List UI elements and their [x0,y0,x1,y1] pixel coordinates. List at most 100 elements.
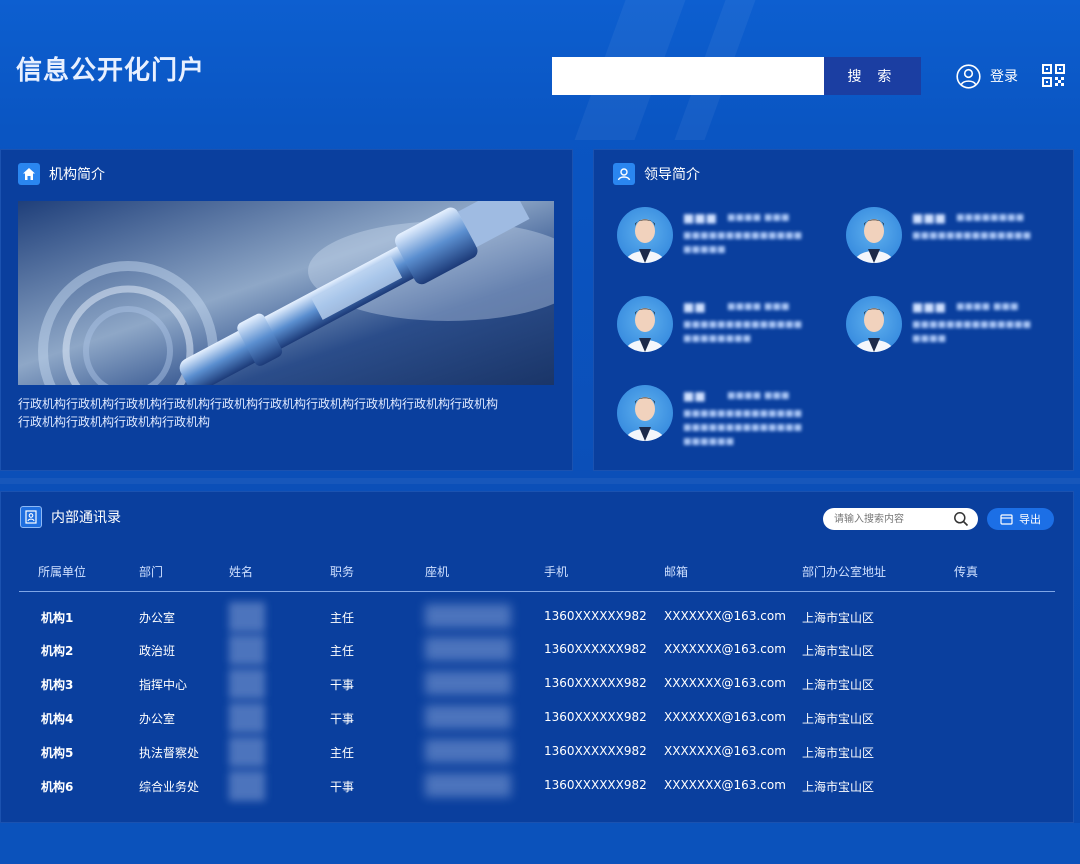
cell-unit: 机构5 [41,746,74,760]
directory-panel: 内部通讯录 导出 所属单位 部门 姓名 职务 座机 手机 邮箱 部门办公室地址 … [0,491,1074,823]
cell-title: 主任 [330,611,355,625]
cell-mobile: 1360XXXXXX982 [544,744,647,758]
leader-avatar [846,296,902,352]
cell-name-redacted [229,635,265,665]
home-icon [18,163,40,185]
qr-code-icon[interactable] [1042,64,1065,87]
cell-address: 上海市宝山区 [802,644,875,658]
column-title: 职务 [330,565,355,579]
search-icon[interactable] [953,511,969,527]
cell-address: 上海市宝山区 [802,611,875,625]
cell-dept: 办公室 [139,712,176,726]
header-divider [19,591,1055,592]
cell-title: 主任 [330,644,355,658]
cell-title: 干事 [330,678,355,692]
table-row[interactable]: 机构3 指挥中心 干事 1360XXXXXX982 XXXXXXX@163.co… [1,669,1075,699]
leader-title: ■■■■ ■■■ [727,391,790,401]
cell-landline-redacted [425,637,511,661]
leader-avatar [617,385,673,441]
leader-card[interactable]: ■■■ ■■■■ ■■■ ■■■■■■■■■■■■■■ ■■■■ [846,296,1066,366]
header: 信息公开化门户 搜 索 登录 [0,0,1080,140]
column-dept: 部门 [139,565,164,579]
cell-dept: 办公室 [139,611,176,625]
cell-mobile: 1360XXXXXX982 [544,676,647,690]
leader-name: ■■ [683,389,706,403]
column-address: 部门办公室地址 [802,565,887,579]
leader-name: ■■■ [683,211,718,225]
cell-email: XXXXXXX@163.com [664,642,786,656]
leader-name: ■■■ [912,300,947,314]
export-label: 导出 [1019,514,1041,526]
cell-unit: 机构1 [41,611,74,625]
person-icon [613,163,635,185]
cell-dept: 指挥中心 [139,678,188,692]
table-row[interactable]: 机构6 综合业务处 干事 1360XXXXXX982 XXXXXXX@163.c… [1,771,1075,801]
leader-title: ■■■■ ■■■ [727,302,790,312]
hero-image [18,201,554,385]
leader-avatar [617,207,673,263]
cell-email: XXXXXXX@163.com [664,609,786,623]
leader-description: ■■■■■■■■■■■■■■ ■■■■■■■■ [683,320,803,344]
leaders-title: 领导简介 [644,167,700,183]
cell-email: XXXXXXX@163.com [664,676,786,690]
leader-description: ■■■■■■■■■■■■■■ ■■■■■■■■■■■■■■ ■■■■■■ [683,409,803,447]
cell-landline-redacted [425,604,511,628]
org-intro-title: 机构简介 [49,167,105,183]
login-button[interactable]: 登录 [956,63,1018,89]
cell-name-redacted [229,703,265,733]
cell-title: 主任 [330,746,355,760]
cell-name-redacted [229,737,265,767]
leader-card[interactable]: ■■ ■■■■ ■■■ ■■■■■■■■■■■■■■ ■■■■■■■■ [617,296,837,366]
leader-card[interactable]: ■■■ ■■■■■■■■ ■■■■■■■■■■■■■■ [846,207,1066,277]
leader-title: ■■■■■■■■ [956,213,1025,223]
cell-dept: 执法督察处 [139,746,200,760]
cell-unit: 机构2 [41,644,74,658]
cell-dept: 综合业务处 [139,780,200,794]
footer-band [0,823,1080,864]
cell-landline-redacted [425,739,511,763]
cell-landline-redacted [425,671,511,695]
cell-landline-redacted [425,773,511,797]
cell-email: XXXXXXX@163.com [664,778,786,792]
cell-dept: 政治班 [139,644,176,658]
cell-email: XXXXXXX@163.com [664,710,786,724]
leader-card[interactable]: ■■ ■■■■ ■■■ ■■■■■■■■■■■■■■ ■■■■■■■■■■■■■… [617,385,837,455]
table-header: 所属单位 部门 姓名 职务 座机 手机 邮箱 部门办公室地址 传真 [1,563,1075,583]
org-intro-panel: 机构简介 行政机构行政机构行政机构行政机构行政机构行政机构行政机构行政机构行政机… [0,149,573,471]
leaders-header: 领导简介 [613,163,700,185]
table-row[interactable]: 机构1 办公室 主任 1360XXXXXX982 XXXXXXX@163.com… [1,602,1075,632]
column-unit: 所属单位 [38,565,87,579]
search-button[interactable]: 搜 索 [824,57,921,95]
cell-address: 上海市宝山区 [802,746,875,760]
table-row[interactable]: 机构5 执法督察处 主任 1360XXXXXX982 XXXXXXX@163.c… [1,737,1075,767]
directory-title: 内部通讯录 [51,510,121,526]
table-row[interactable]: 机构4 办公室 干事 1360XXXXXX982 XXXXXXX@163.com… [1,703,1075,733]
leader-description: ■■■■■■■■■■■■■■ [912,231,1032,241]
leader-avatar [617,296,673,352]
table-row[interactable]: 机构2 政治班 主任 1360XXXXXX982 XXXXXXX@163.com… [1,635,1075,665]
leader-title: ■■■■ ■■■ [956,302,1019,312]
column-name: 姓名 [229,565,254,579]
cell-email: XXXXXXX@163.com [664,744,786,758]
cell-title: 干事 [330,712,355,726]
leader-name: ■■ [683,300,706,314]
cell-name-redacted [229,602,265,632]
cell-unit: 机构6 [41,780,74,794]
column-landline: 座机 [425,565,450,579]
cell-mobile: 1360XXXXXX982 [544,609,647,623]
cell-unit: 机构4 [41,712,74,726]
column-mobile: 手机 [544,565,569,579]
login-label: 登录 [990,69,1018,85]
leader-avatar [846,207,902,263]
column-email: 邮箱 [664,565,689,579]
leaders-panel: 领导简介 ■■■ ■■■■ ■■■ ■■■■■■■■■■■■■■ ■■■■■ ■… [593,149,1074,471]
export-button[interactable]: 导出 [987,508,1054,530]
search-input[interactable] [552,57,824,95]
contacts-book-icon [20,506,42,528]
export-icon [1000,513,1013,525]
directory-header: 内部通讯录 [20,506,121,528]
org-intro-header: 机构简介 [18,163,105,185]
cell-name-redacted [229,771,265,801]
column-fax: 传真 [954,565,979,579]
leader-card[interactable]: ■■■ ■■■■ ■■■ ■■■■■■■■■■■■■■ ■■■■■ [617,207,837,277]
